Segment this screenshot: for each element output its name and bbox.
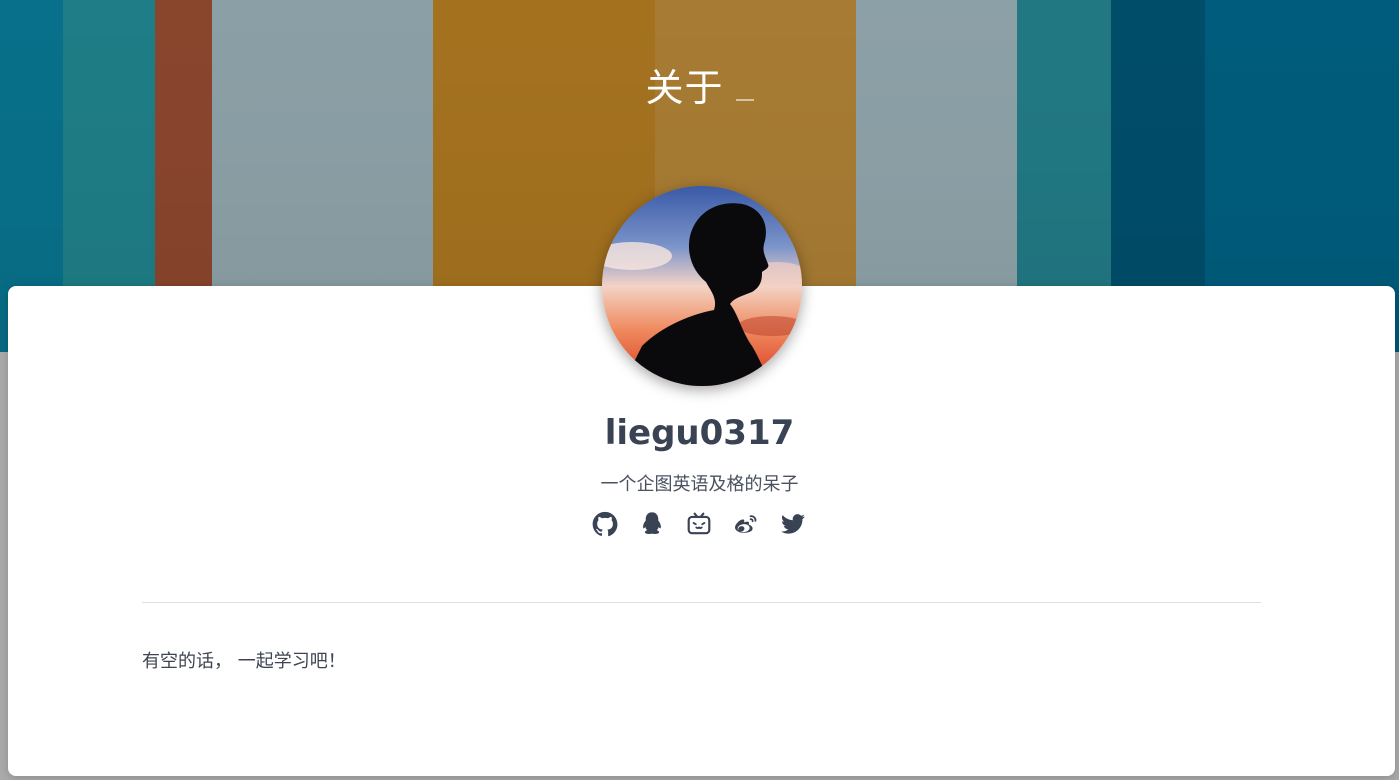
twitter-bird-icon [781,514,805,534]
bilibili-icon [687,512,711,535]
social-links [592,510,812,538]
github-icon [592,511,618,537]
weibo-link[interactable] [733,510,759,538]
qq-penguin-icon [643,512,661,534]
typing-cursor [735,99,754,101]
weibo-icon [735,515,757,533]
section-divider [142,602,1261,603]
bio-text: 一个企图英语及格的呆子 [600,474,799,495]
avatar-image [602,186,802,386]
qq-link[interactable] [639,510,665,538]
about-message: 有空的话， 一起学习吧！ [142,651,346,672]
page-title: 关于 [0,64,1399,112]
username: liegu0317 [604,413,795,453]
bilibili-link[interactable] [686,510,712,538]
github-link[interactable] [592,510,618,538]
twitter-link[interactable] [780,510,806,538]
page-title-text: 关于 [645,66,724,110]
avatar [602,186,802,386]
